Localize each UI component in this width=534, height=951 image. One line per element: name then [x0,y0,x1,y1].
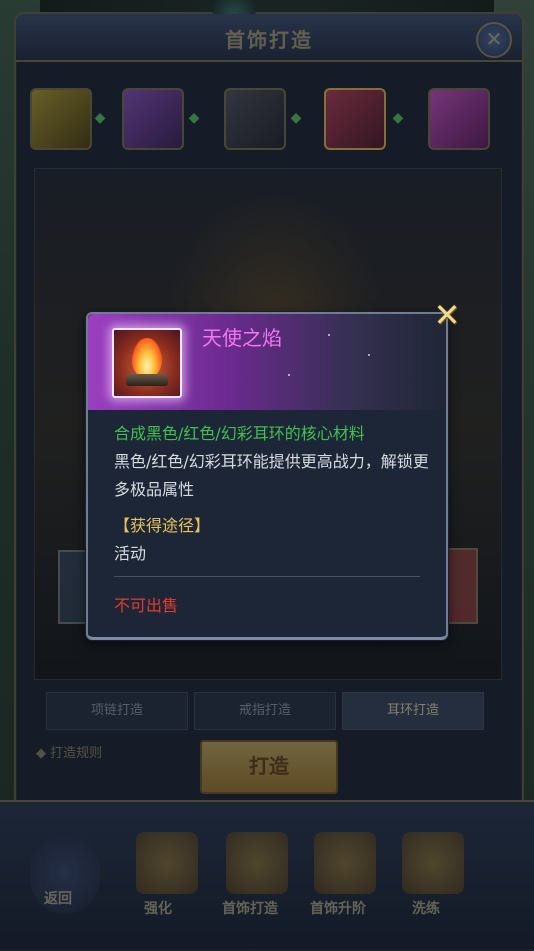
source-title: 【获得途径】 [114,516,211,535]
item-tooltip-popup: 天使之焰 合成黑色/红色/幻彩耳环的核心材料 黑色/红色/幻彩耳环能提供更高战力… [86,299,460,640]
sell-status: 不可出售 [114,596,179,615]
item-icon-frame [112,328,182,398]
sparkle-icon [368,354,370,356]
close-x-icon[interactable]: ✕ [432,299,462,331]
sparkle-icon [328,334,330,336]
item-description-primary: 合成黑色/红色/幻彩耳环的核心材料 [114,424,365,443]
sparkle-icon [288,374,290,376]
flame-icon [132,338,162,378]
item-description-secondary: 黑色/红色/幻彩耳环能提供更高战力，解锁更多极品属性 [114,452,429,499]
item-name: 天使之焰 [202,326,282,350]
brazier-icon [126,374,168,386]
source-value: 活动 [114,544,147,563]
popup-header: 天使之焰 [88,314,446,410]
popup-bottom-border [88,629,446,640]
divider [114,576,420,577]
